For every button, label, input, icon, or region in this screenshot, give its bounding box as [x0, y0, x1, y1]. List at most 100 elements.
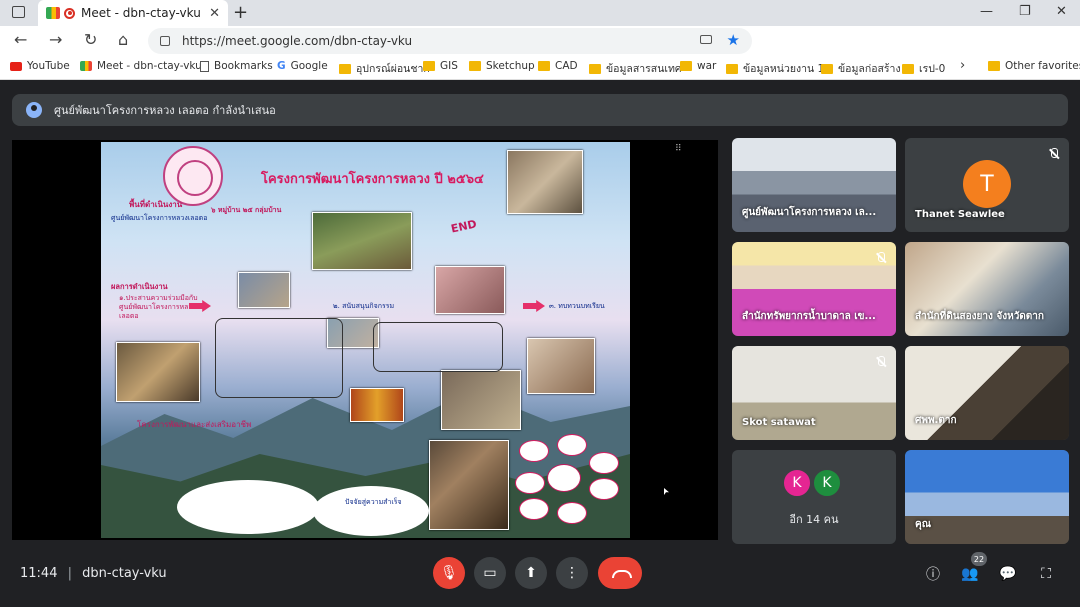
address-bar[interactable]: https://meet.google.com/dbn-ctay-vku ★	[148, 28, 752, 54]
others-count: อีก 14 คน	[789, 513, 839, 526]
camera-icon: ▭	[483, 565, 497, 581]
browser-toolbar: ← → ↻ ⌂ https://meet.google.com/dbn-ctay…	[0, 26, 1080, 75]
reload-icon[interactable]: ↻	[84, 30, 97, 49]
result-heading: ผลการดำเนินงาน	[111, 282, 168, 291]
recording-icon	[64, 7, 75, 19]
participant-tile[interactable]: สำนักทรัพยากรน้ำบาดาล เข...	[732, 242, 896, 336]
participant-tile[interactable]: T Thanet Seawlee	[905, 138, 1069, 232]
avatar: K	[812, 468, 842, 498]
bookmark-folder[interactable]: CAD	[538, 60, 578, 72]
folder-icon	[538, 61, 550, 71]
circle-shape	[557, 434, 587, 456]
chat-icon[interactable]: 💬	[998, 564, 1018, 584]
step2-text: ๒. สนับสนุนกิจกรรม	[333, 302, 395, 310]
bookmark-folder[interactable]: Sketchup	[469, 60, 535, 72]
people-icon[interactable]: 👥	[960, 564, 980, 584]
activity-box	[215, 318, 343, 398]
participant-tile[interactable]: สำนักที่ดินสองยาง จังหวัดตาก	[905, 242, 1069, 336]
others-tile[interactable]: K K อีก 14 คน	[732, 450, 896, 544]
camera-button[interactable]: ▭	[474, 557, 506, 589]
meet-icon	[46, 7, 60, 19]
bookmark-folder[interactable]: ข้อมูลก่อสร้าง	[821, 60, 901, 77]
present-screen-icon: ⬆	[525, 565, 537, 581]
folder-icon	[988, 61, 1000, 71]
circle-shape	[589, 452, 619, 474]
activities-icon[interactable]: ⛶	[1036, 564, 1056, 584]
presenter-text: ศูนย์พัฒนาโครงการหลวง เลอตอ กำลังนำเสนอ	[54, 104, 276, 117]
folder-icon	[339, 63, 351, 74]
tab-meet[interactable]: Meet - dbn-ctay-vku ✕	[38, 0, 228, 26]
bookmark-folder[interactable]: เรป-0	[902, 60, 945, 77]
mic-button[interactable]: 🎙	[433, 557, 465, 589]
end-tag: END	[449, 217, 478, 236]
bookmarks-overflow-icon[interactable]: ›	[960, 58, 965, 73]
mic-off-icon	[876, 356, 886, 368]
meet-app: ศูนย์พัฒนาโครงการหลวง เลอตอ กำลังนำเสนอ …	[0, 80, 1080, 607]
end-call-button[interactable]	[598, 557, 642, 589]
circle-shape	[547, 464, 581, 492]
folder-icon	[589, 63, 601, 74]
bookmark-star-icon[interactable]: ★	[727, 31, 740, 49]
participant-name: Thanet Seawlee	[915, 209, 1005, 220]
participant-tile[interactable]: ศพพ.ตาก	[905, 346, 1069, 440]
circle-shape	[589, 478, 619, 500]
bookmark-folder[interactable]: GIS	[423, 60, 458, 72]
presentation-stage[interactable]: โครงการพัฒนาโครงการหลวง ปี ๒๕๖๔ พื้นที่ด…	[12, 140, 718, 540]
circle-shape	[557, 502, 587, 524]
tab-actions-icon[interactable]	[12, 6, 25, 18]
photo	[435, 266, 505, 314]
more-vert-icon: ⋮	[565, 565, 579, 581]
photo	[527, 338, 595, 394]
expand-icon[interactable]: ⠿	[675, 144, 682, 154]
google-icon: G	[277, 60, 286, 72]
bookmark-other-favorites[interactable]: Other favorites	[988, 60, 1080, 72]
participant-tile[interactable]: ศูนย์พัฒนาโครงการหลวง เล...	[732, 138, 896, 232]
close-window-icon[interactable]: ✕	[1056, 4, 1067, 19]
photo	[441, 370, 521, 430]
photo	[116, 342, 200, 402]
participant-name: สำนักทรัพยากรน้ำบาดาล เข...	[742, 311, 876, 322]
presenter-banner: ศูนย์พัฒนาโครงการหลวง เลอตอ กำลังนำเสนอ	[12, 94, 1068, 126]
participant-tile[interactable]: Skot satawat	[732, 346, 896, 440]
participant-name: สำนักที่ดินสองยาง จังหวัดตาก	[915, 311, 1044, 322]
circle-shape	[519, 498, 549, 520]
photo	[350, 388, 404, 422]
area-subheading: ศูนย์พัฒนาโครงการหลวงเลอตอ	[111, 214, 208, 222]
minimize-icon[interactable]: —	[980, 4, 993, 19]
bookmark-folder[interactable]: ข้อมูลสารสนเทศ	[589, 60, 682, 77]
meet-icon	[80, 61, 92, 71]
bookmarks-bar: YouTube Meet - dbn-ctay-vku Bookmarks GG…	[0, 56, 1080, 80]
circle-shape	[515, 472, 545, 494]
villages-text: ๖ หมู่บ้าน ๒๕ กลุ่มบ้าน	[211, 206, 282, 214]
present-button[interactable]: ⬆	[515, 557, 547, 589]
new-tab-button[interactable]: +	[233, 2, 248, 23]
bookmark-folder[interactable]: ข้อมูลหน่วยงาน 1	[726, 60, 824, 77]
back-icon[interactable]: ←	[14, 30, 27, 49]
folder-icon	[902, 63, 914, 74]
bookmark-bookmarks[interactable]: Bookmarks	[200, 60, 273, 72]
step3-text: ๓. ทบทวนบทเรียน	[549, 302, 605, 310]
participant-name: ศูนย์พัฒนาโครงการหลวง เล...	[742, 207, 877, 218]
clock-time: 11:44	[20, 566, 58, 581]
info-oval	[313, 486, 429, 536]
control-bar: 11:44 | dbn-ctay-vku 🎙 ▭ ⬆ ⋮ ⓘ 22 👥 💬 ⛶	[0, 546, 1080, 607]
camera-permission-icon[interactable]	[700, 35, 712, 44]
bookmark-folder[interactable]: อุปกรณ์ผ่อนชาก	[339, 60, 430, 77]
bookmark-youtube[interactable]: YouTube	[10, 60, 70, 72]
info-oval	[177, 480, 319, 534]
info-icon[interactable]: ⓘ	[923, 564, 943, 584]
bookmark-meet[interactable]: Meet - dbn-ctay-vku	[80, 60, 202, 72]
bookmark-folder[interactable]: war	[680, 60, 716, 72]
folder-icon	[423, 61, 435, 71]
forward-icon[interactable]: →	[49, 30, 62, 49]
more-options-button[interactable]: ⋮	[556, 557, 588, 589]
circle-shape	[519, 440, 549, 462]
cursor-icon	[664, 488, 669, 495]
restore-icon[interactable]: ❐	[1019, 4, 1031, 19]
bookmark-google[interactable]: G Google	[277, 60, 328, 72]
home-icon[interactable]: ⌂	[118, 30, 128, 49]
self-tile[interactable]: คุณ	[905, 450, 1069, 544]
close-tab-icon[interactable]: ✕	[209, 6, 220, 21]
meeting-info: 11:44 | dbn-ctay-vku	[20, 566, 167, 581]
avatar: T	[963, 160, 1011, 208]
